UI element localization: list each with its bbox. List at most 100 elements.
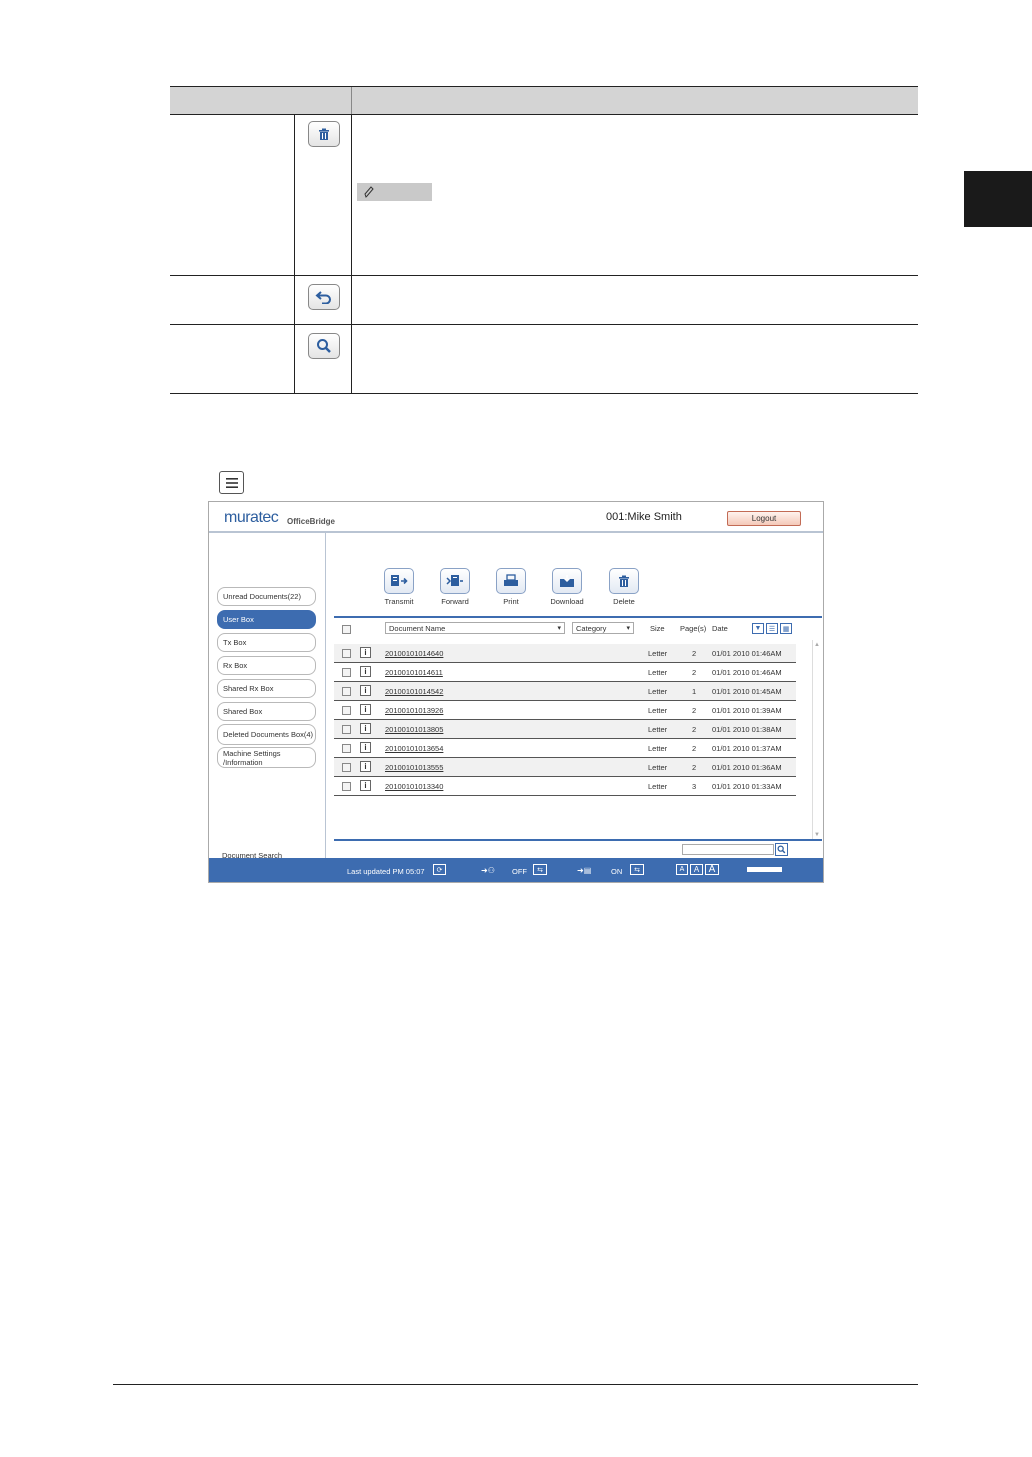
delete-button[interactable]: Delete xyxy=(594,568,654,606)
document-size: Letter xyxy=(648,649,668,658)
info-icon[interactable]: i xyxy=(360,704,371,715)
document-name-link[interactable]: 20100101013926 xyxy=(385,706,443,715)
info-icon[interactable]: i xyxy=(360,742,371,753)
sidebar-item-unread-documents[interactable]: Unread Documents(22) xyxy=(217,587,316,606)
sidebar-item-shared-rx-box[interactable]: Shared Rx Box xyxy=(217,679,316,698)
toggle-switch-icon[interactable]: ⇆ xyxy=(533,864,547,875)
row-checkbox[interactable] xyxy=(342,706,351,715)
scroll-up-icon[interactable]: ▲ xyxy=(814,642,820,648)
document-name-link[interactable]: 20100101014542 xyxy=(385,687,443,696)
info-icon[interactable]: i xyxy=(360,647,371,658)
table-row-search xyxy=(170,325,918,394)
row-checkbox[interactable] xyxy=(342,782,351,791)
category-select[interactable]: Category ▾ xyxy=(572,622,634,634)
reference-table xyxy=(170,86,918,394)
document-name-column-label: Document Name xyxy=(389,623,446,633)
chevron-down-icon: ▾ xyxy=(557,625,561,632)
info-icon[interactable]: i xyxy=(360,666,371,677)
transmit-button[interactable]: Transmit xyxy=(369,568,429,606)
document-pages: 2 xyxy=(692,725,697,734)
progress-bar xyxy=(747,867,782,872)
document-name-link[interactable]: 20100101013805 xyxy=(385,725,443,734)
document-size: Letter xyxy=(648,782,668,791)
info-icon[interactable]: i xyxy=(360,685,371,696)
last-updated-text: Last updated PM 05:07 xyxy=(347,867,425,876)
date-column-label: Date xyxy=(712,624,728,633)
list-divider-top xyxy=(334,616,822,618)
document-date: 01/01 2010 01:36AM xyxy=(712,763,782,772)
toggle-switch-icon[interactable]: ⇆ xyxy=(630,864,644,875)
table-row[interactable]: i 20100101014611 Letter 2 01/01 2010 01:46AM xyxy=(334,663,796,682)
document-pages: 2 xyxy=(692,668,697,677)
info-icon[interactable]: i xyxy=(360,723,371,734)
document-name-link[interactable]: 20100101014640 xyxy=(385,649,443,658)
row-checkbox[interactable] xyxy=(342,744,351,753)
font-size-medium-button[interactable]: A xyxy=(690,864,703,875)
row-checkbox[interactable] xyxy=(342,668,351,677)
sidebar: Unread Documents(22) User Box Tx Box Rx … xyxy=(209,533,326,860)
sidebar-item-tx-box[interactable]: Tx Box xyxy=(217,633,316,652)
table-row[interactable]: i 20100101013805 Letter 2 01/01 2010 01:38AM xyxy=(334,720,796,739)
row-checkbox[interactable] xyxy=(342,725,351,734)
table-row[interactable]: i 20100101013340 Letter 3 01/01 2010 01:33AM xyxy=(334,777,796,796)
row-checkbox[interactable] xyxy=(342,649,351,658)
table-row-delete xyxy=(170,115,918,276)
document-date: 01/01 2010 01:45AM xyxy=(712,687,782,696)
table-row[interactable]: i 20100101014640 Letter 2 01/01 2010 01:46AM xyxy=(334,644,796,663)
list-view-button[interactable]: ☰ xyxy=(766,623,778,634)
scrollbar[interactable]: ▲ ▼ xyxy=(812,640,822,840)
table-row[interactable]: i 20100101013555 Letter 2 01/01 2010 01:36AM xyxy=(334,758,796,777)
document-date: 01/01 2010 01:37AM xyxy=(712,744,782,753)
table-row[interactable]: i 20100101014542 Letter 1 01/01 2010 01:45AM xyxy=(334,682,796,701)
row-checkbox[interactable] xyxy=(342,763,351,772)
print-button[interactable]: Print xyxy=(481,568,541,606)
search-input[interactable] xyxy=(682,844,774,855)
search-button[interactable] xyxy=(775,843,788,856)
chapter-tab xyxy=(964,171,1032,227)
document-pages: 3 xyxy=(692,782,697,791)
sidebar-item-machine-settings[interactable]: Machine Settings /Information xyxy=(217,747,316,768)
sidebar-item-rx-box[interactable]: Rx Box xyxy=(217,656,316,675)
scroll-down-icon[interactable]: ▼ xyxy=(814,832,820,838)
grid-view-button[interactable]: ▦ xyxy=(780,623,792,634)
sidebar-item-shared-box[interactable]: Shared Box xyxy=(217,702,316,721)
document-size: Letter xyxy=(648,706,668,715)
row-checkbox[interactable] xyxy=(342,687,351,696)
font-size-large-button[interactable]: A xyxy=(705,864,719,875)
table-row[interactable]: i 20100101013926 Letter 2 01/01 2010 01:39AM xyxy=(334,701,796,720)
document-name-link[interactable]: 20100101013340 xyxy=(385,782,443,791)
document-name-link[interactable]: 20100101014611 xyxy=(385,668,443,677)
sidebar-item-deleted-documents[interactable]: Deleted Documents Box(4) xyxy=(217,724,316,745)
document-size: Letter xyxy=(648,725,668,734)
logout-button[interactable]: Logout xyxy=(727,511,801,526)
sort-down-button[interactable]: ▼ xyxy=(752,623,764,634)
menu-icon xyxy=(219,471,244,494)
transmit-icon xyxy=(384,568,414,594)
table-header xyxy=(170,86,918,115)
magnifier-icon xyxy=(308,333,340,359)
off-status: OFF xyxy=(512,867,527,876)
download-button[interactable]: Download xyxy=(537,568,597,606)
info-icon[interactable]: i xyxy=(360,780,371,791)
document-pages: 2 xyxy=(692,649,697,658)
on-status: ON xyxy=(611,867,623,876)
document-pages: 2 xyxy=(692,744,697,753)
table-row-back xyxy=(170,276,918,325)
font-size-small-button[interactable]: A xyxy=(676,864,688,875)
forward-button[interactable]: Forward xyxy=(425,568,485,606)
pages-column-label: Page(s) xyxy=(680,624,707,633)
table-row[interactable]: i 20100101013654 Letter 2 01/01 2010 01:37AM xyxy=(334,739,796,758)
refresh-icon[interactable]: ⟳ xyxy=(433,864,446,875)
document-date: 01/01 2010 01:33AM xyxy=(712,782,782,791)
trash-icon xyxy=(609,568,639,594)
page-footer-rule xyxy=(113,1384,918,1385)
sidebar-item-user-box[interactable]: User Box xyxy=(217,610,316,629)
trash-icon xyxy=(308,121,340,147)
select-all-checkbox[interactable] xyxy=(342,625,351,634)
document-name-sort-select[interactable]: Document Name ▾ xyxy=(385,622,565,634)
info-icon[interactable]: i xyxy=(360,761,371,772)
user-network-icon: ➜⚇ xyxy=(481,866,495,875)
document-size: Letter xyxy=(648,687,668,696)
document-name-link[interactable]: 20100101013555 xyxy=(385,763,443,772)
document-name-link[interactable]: 20100101013654 xyxy=(385,744,443,753)
